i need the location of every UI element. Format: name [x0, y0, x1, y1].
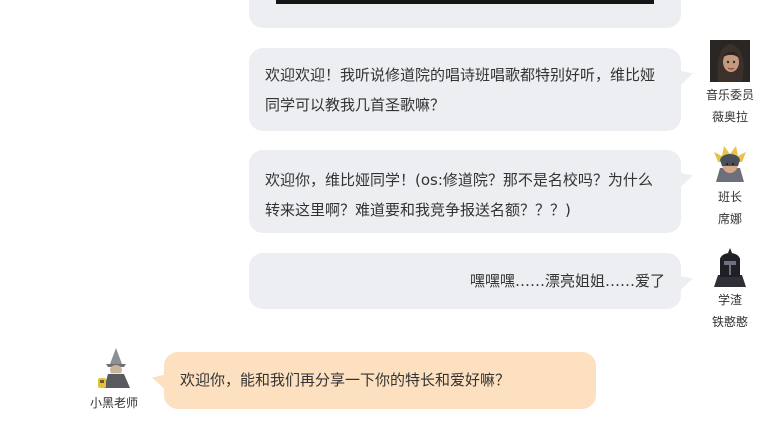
- sender-viola[interactable]: 音乐委员 薇奥拉: [700, 40, 760, 128]
- message-text: 欢迎你，维比娅同学！(os:修道院？那不是名校吗？为什么转来这里啊？难道要和我竞…: [265, 171, 653, 219]
- sender-name: 小黑老师: [89, 396, 138, 410]
- sender-role: 班长: [717, 190, 742, 204]
- armored-blonde-knight-portrait-icon[interactable]: [710, 142, 750, 184]
- message-text: 嘿嘿嘿……漂亮姐姐……爱了: [469, 272, 665, 290]
- chat-bubble-viola: 欢迎欢迎！我听说修道院的唱诗班唱歌都特别好听，维比娅同学可以教我几首圣歌嘛？: [249, 48, 681, 131]
- chat-bubble-teacher: 欢迎你，能和我们再分享一下你的特长和爱好嘛？: [164, 352, 596, 409]
- sender-name: 薇奥拉: [711, 110, 748, 124]
- sender-name: 席娜: [717, 212, 742, 226]
- previous-message-bubble: [249, 0, 681, 28]
- media-strip: [276, 0, 654, 4]
- sender-xina[interactable]: 班长 席娜: [700, 142, 760, 230]
- message-text: 欢迎你，能和我们再分享一下你的特长和爱好嘛？: [180, 371, 511, 389]
- message-text: 欢迎欢迎！我听说修道院的唱诗班唱歌都特别好听，维比娅同学可以教我几首圣歌嘛？: [265, 66, 656, 114]
- sender-tiehanhan[interactable]: 学渣 铁憨憨: [700, 245, 760, 333]
- grey-wizard-portrait-icon[interactable]: [94, 346, 134, 390]
- sender-role: 音乐委员: [705, 88, 754, 102]
- sender-teacher[interactable]: 小黑老师: [84, 346, 144, 414]
- dark-haired-woman-portrait-icon[interactable]: [710, 40, 750, 82]
- black-armored-knight-portrait-icon[interactable]: [710, 245, 750, 287]
- chat-bubble-tiehanhan: 嘿嘿嘿……漂亮姐姐……爱了: [249, 253, 681, 309]
- sender-name: 铁憨憨: [711, 315, 748, 329]
- sender-role: 学渣: [717, 293, 742, 307]
- chat-bubble-xina: 欢迎你，维比娅同学！(os:修道院？那不是名校吗？为什么转来这里啊？难道要和我竞…: [249, 150, 681, 233]
